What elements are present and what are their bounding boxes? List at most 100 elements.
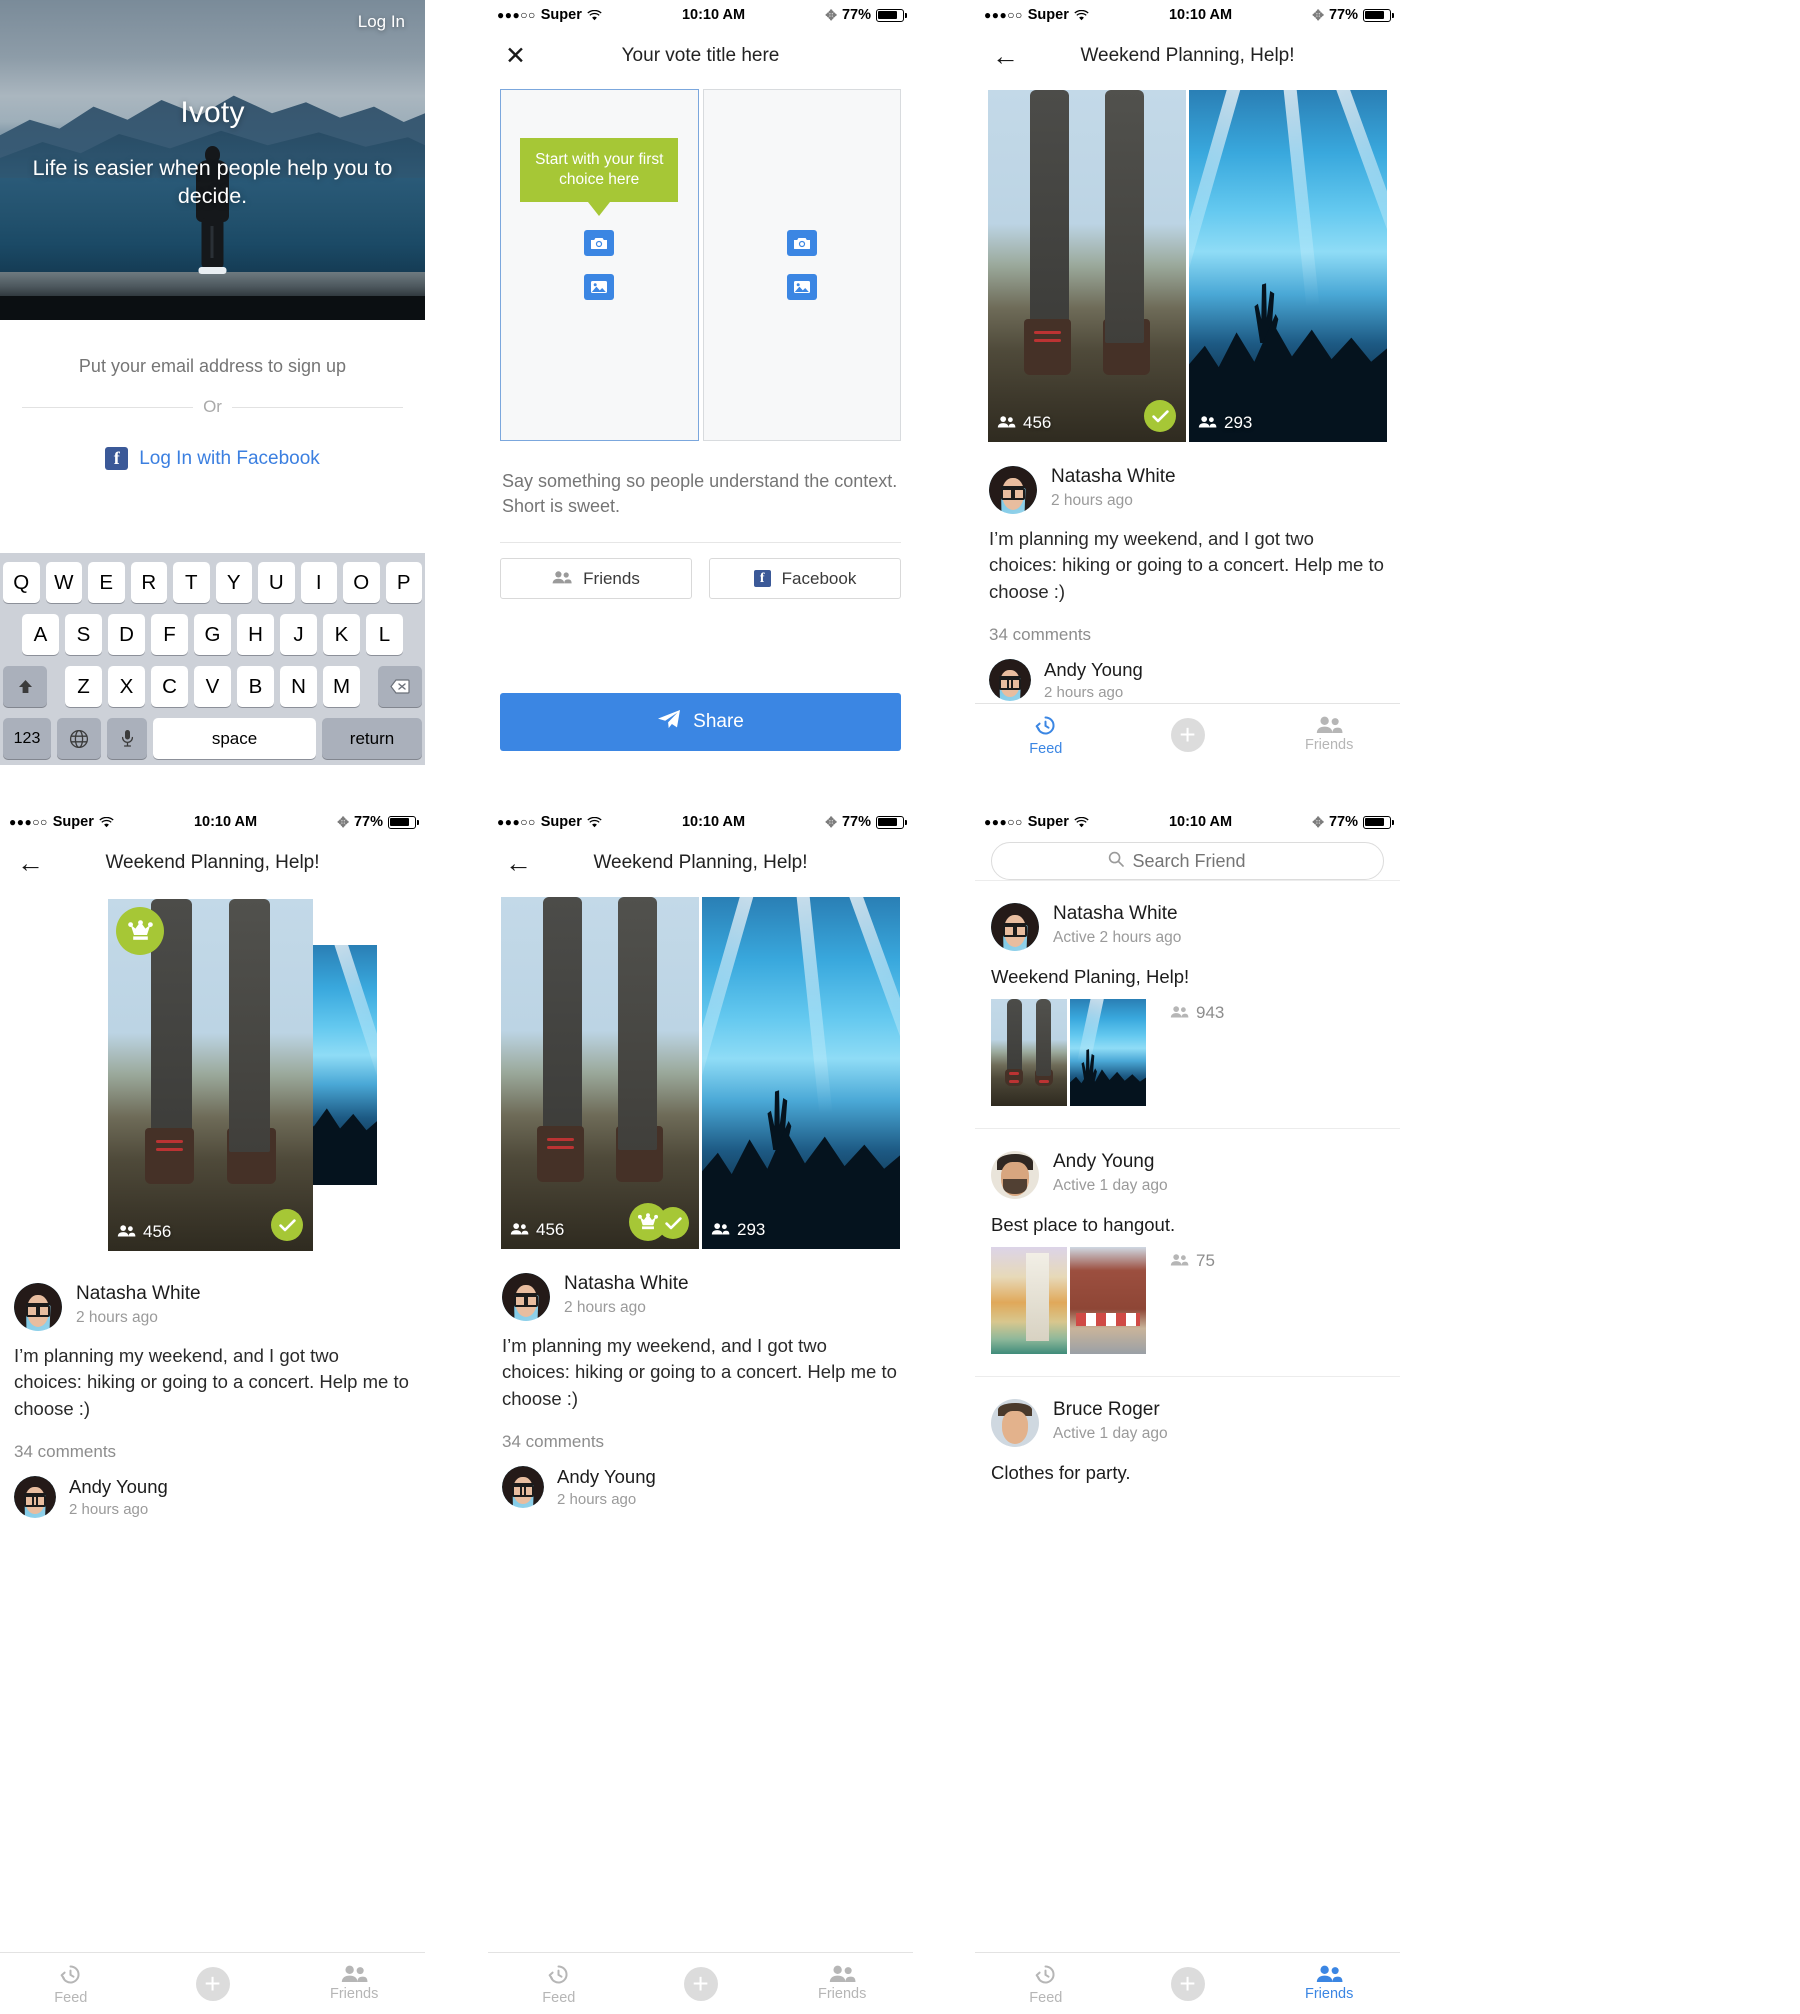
key-c[interactable]: C: [151, 666, 188, 707]
battery-icon: [1363, 815, 1394, 829]
key-y[interactable]: Y: [215, 562, 252, 603]
tab-friends[interactable]: Friends: [1258, 1953, 1400, 2014]
hero-image: Ivoty Life is easier when people help yo…: [0, 0, 425, 320]
list-item[interactable]: Bruce Roger Active 1 day ago Clothes for…: [975, 1376, 1400, 1484]
avatar: [991, 1151, 1039, 1199]
photo-library-icon[interactable]: [584, 274, 615, 300]
tab-feed[interactable]: Feed: [975, 704, 1117, 765]
tab-friends[interactable]: Friends: [771, 1953, 913, 2014]
list-item[interactable]: Natasha White Active 2 hours ago Weekend…: [975, 880, 1400, 1128]
backspace-key[interactable]: [378, 666, 422, 707]
tagline: Life is easier when people help you to d…: [32, 156, 393, 208]
choice-slots: Start with your first choice here: [488, 89, 913, 441]
key-o[interactable]: O: [343, 562, 380, 603]
tab-create[interactable]: +: [630, 1953, 772, 2014]
key-u[interactable]: U: [258, 562, 295, 603]
tab-friends[interactable]: Friends: [283, 1953, 425, 2014]
share-to-facebook-button[interactable]: Facebook: [709, 558, 901, 600]
share-button[interactable]: Share: [500, 693, 901, 751]
comment-author: Andy Young: [557, 1465, 656, 1487]
choice-photo-concert[interactable]: 293: [1189, 90, 1387, 442]
key-i[interactable]: I: [300, 562, 337, 603]
close-icon[interactable]: ✕: [505, 43, 526, 69]
post-thumbnails[interactable]: [991, 999, 1146, 1106]
choice-photo-hiking[interactable]: 456: [988, 90, 1186, 442]
avatar: [502, 1273, 550, 1321]
key-d[interactable]: D: [108, 614, 145, 655]
camera-icon[interactable]: [584, 230, 615, 256]
key-v[interactable]: V: [194, 666, 231, 707]
key-j[interactable]: J: [280, 614, 317, 655]
tab-bar: Feed + Friends: [488, 1952, 913, 2014]
author-time: 2 hours ago: [564, 1299, 646, 1316]
facebook-icon: [753, 570, 771, 588]
people-icon: [117, 1222, 136, 1242]
back-arrow-icon[interactable]: ←: [992, 42, 1019, 70]
choice-slot-b[interactable]: [702, 89, 901, 441]
tab-friends[interactable]: Friends: [1258, 704, 1400, 765]
space-key[interactable]: space: [153, 718, 316, 759]
key-g[interactable]: G: [194, 614, 231, 655]
clock: 10:10 AM: [1168, 7, 1233, 23]
search-friend-box[interactable]: [991, 842, 1384, 880]
numbers-key[interactable]: 123: [3, 718, 51, 759]
key-a[interactable]: A: [22, 614, 59, 655]
key-q[interactable]: Q: [3, 562, 40, 603]
key-b[interactable]: B: [237, 666, 274, 707]
tab-feed[interactable]: Feed: [975, 1953, 1117, 2014]
key-s[interactable]: S: [65, 614, 102, 655]
tab-create[interactable]: +: [1117, 704, 1259, 765]
friend-name: Natasha White: [1053, 903, 1178, 924]
tab-create[interactable]: +: [142, 1953, 284, 2014]
choice-slot-a[interactable]: Start with your first choice here: [500, 89, 699, 441]
comment-author: Andy Young: [1044, 658, 1143, 680]
tab-feed[interactable]: Feed: [0, 1953, 142, 2014]
author-name: Natasha White: [564, 1273, 689, 1294]
facebook-login-button[interactable]: Log In with Facebook: [0, 447, 425, 470]
post-thumbnails[interactable]: [991, 1247, 1146, 1354]
globe-icon[interactable]: [57, 718, 101, 759]
key-h[interactable]: H: [237, 614, 274, 655]
key-r[interactable]: R: [130, 562, 167, 603]
key-n[interactable]: N: [280, 666, 317, 707]
key-t[interactable]: T: [173, 562, 210, 603]
nav-bar: ← Weekend Planning, Help!: [488, 837, 913, 889]
comment-item[interactable]: Andy Young 2 hours ago: [975, 645, 1400, 701]
context-input[interactable]: [488, 441, 913, 520]
share-to-friends-button[interactable]: Friends: [500, 558, 692, 600]
shift-key[interactable]: [3, 666, 47, 707]
comment-item[interactable]: Andy Young 2 hours ago: [488, 1452, 913, 1508]
back-arrow-icon[interactable]: ←: [17, 849, 44, 877]
search-input[interactable]: [1132, 850, 1268, 872]
email-input[interactable]: [0, 354, 425, 391]
key-m[interactable]: M: [323, 666, 360, 707]
return-key[interactable]: return: [322, 718, 422, 759]
choice-photo-hiking[interactable]: 456: [501, 897, 699, 1249]
tab-feed[interactable]: Feed: [488, 1953, 630, 2014]
author-time: 2 hours ago: [76, 1309, 158, 1326]
battery-icon: [876, 8, 907, 22]
camera-icon[interactable]: [786, 230, 817, 256]
key-x[interactable]: X: [108, 666, 145, 707]
wifi-icon: [587, 9, 602, 21]
comment-item[interactable]: Andy Young 2 hours ago: [0, 1462, 425, 1518]
key-l[interactable]: L: [366, 614, 403, 655]
microphone-icon[interactable]: [107, 718, 147, 759]
login-link[interactable]: Log In: [358, 12, 405, 32]
list-item[interactable]: Andy Young Active 1 day ago Best place t…: [975, 1128, 1400, 1376]
key-w[interactable]: W: [45, 562, 82, 603]
photo-library-icon[interactable]: [786, 274, 817, 300]
key-f[interactable]: F: [151, 614, 188, 655]
comment-time: 2 hours ago: [1044, 683, 1124, 701]
key-e[interactable]: E: [88, 562, 125, 603]
tab-create[interactable]: +: [1117, 1953, 1259, 2014]
post-author: Natasha White 2 hours ago: [488, 1249, 913, 1321]
onscreen-keyboard[interactable]: Q W E R T Y U I O P A S D F G H J K L Z: [0, 553, 425, 765]
key-k[interactable]: K: [323, 614, 360, 655]
avatar: [991, 1399, 1039, 1447]
choice-photo-hiking[interactable]: 456: [108, 899, 313, 1251]
choice-photo-concert[interactable]: 293: [702, 897, 900, 1249]
key-z[interactable]: Z: [65, 666, 102, 707]
back-arrow-icon[interactable]: ←: [505, 849, 532, 877]
key-p[interactable]: P: [385, 562, 422, 603]
